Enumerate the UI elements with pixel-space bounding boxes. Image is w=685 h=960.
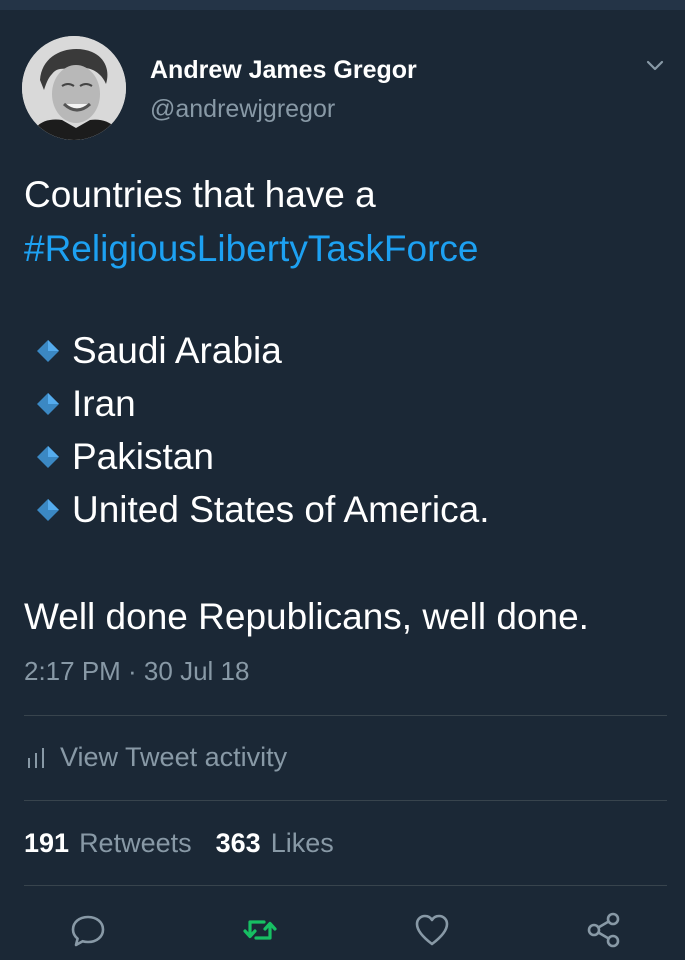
tweet-text-line: Countries that have a [24,174,376,215]
avatar-photo [22,36,126,140]
tweet-timestamp[interactable]: 2:17 PM · 30 Jul 18 [24,656,249,687]
divider [24,885,667,886]
activity-bars-icon [28,747,44,768]
list-item: United States of America. [34,483,489,536]
tweet-closing-text: Well done Republicans, well done. [24,596,589,637]
divider [24,800,667,801]
blue-diamond-icon [37,392,59,415]
list-item-label: Pakistan [72,436,214,477]
hashtag-link[interactable]: #ReligiousLibertyTaskForce [24,222,664,276]
author-name[interactable]: Andrew James Gregor [150,56,417,85]
view-activity-link[interactable]: View Tweet activity [26,742,287,773]
list-item-label: Iran [72,383,136,424]
share-icon[interactable] [584,910,624,950]
likes-label[interactable]: Likes [271,828,334,859]
likes-count[interactable]: 363 [216,828,261,859]
divider [24,715,667,716]
list-item-label: United States of America. [72,489,490,530]
tweet-stats: 191 Retweets 363 Likes [24,828,358,859]
retweets-label[interactable]: Retweets [79,828,192,859]
blue-diamond-icon [37,339,59,362]
view-activity-label: View Tweet activity [60,742,288,772]
reply-icon[interactable] [68,910,108,950]
list-item: Iran [34,377,489,430]
tweet-text: Countries that have a #ReligiousLibertyT… [24,168,664,276]
list-item: Pakistan [34,430,489,483]
list-item-label: Saudi Arabia [72,330,282,371]
blue-diamond-icon [37,445,59,468]
list-item: Saudi Arabia [34,324,489,377]
country-list: Saudi Arabia Iran Pakistan United States… [34,324,489,536]
avatar[interactable] [22,36,126,140]
retweet-icon[interactable] [240,910,280,950]
retweets-count[interactable]: 191 [24,828,69,859]
chevron-down-icon[interactable] [642,52,668,78]
like-icon[interactable] [412,910,452,950]
author-handle[interactable]: @andrewjgregor [150,95,335,124]
top-bar [0,0,685,10]
blue-diamond-icon [37,498,59,521]
